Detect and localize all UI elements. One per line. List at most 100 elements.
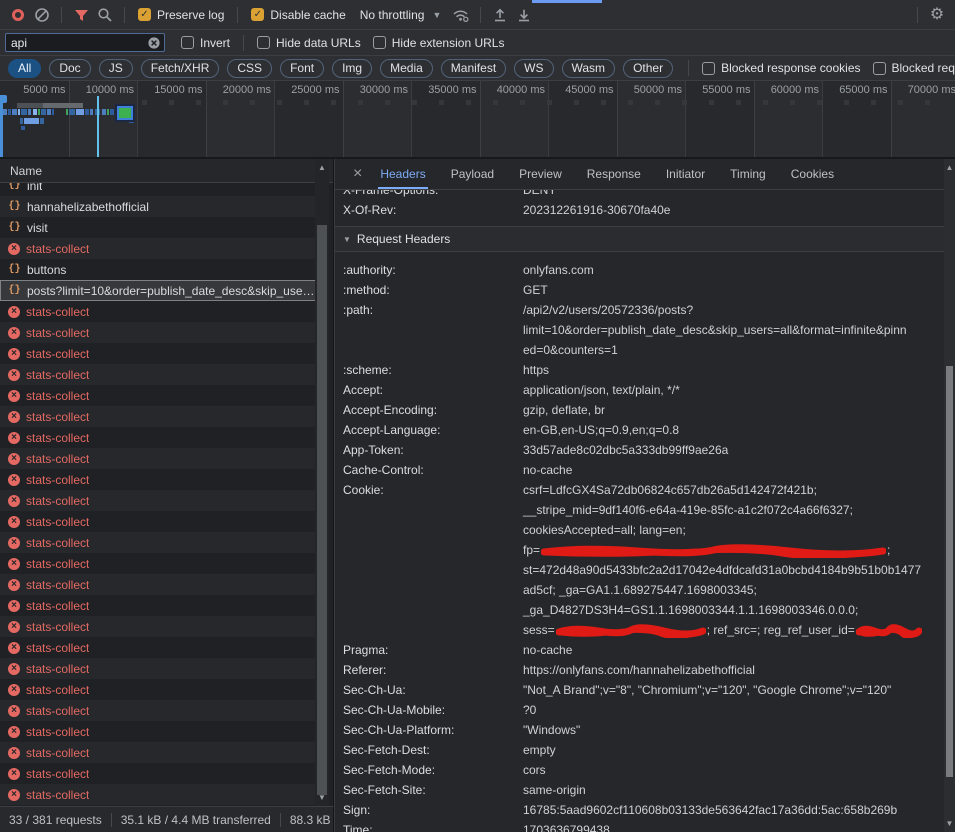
status-bar: 33 / 381 requests 35.1 kB / 4.4 MB trans… [0, 806, 334, 832]
request-row[interactable]: ×stats-collect [0, 637, 316, 658]
scroll-down-icon[interactable]: ▼ [315, 793, 329, 803]
request-row[interactable]: {}hannahelizabethofficial [0, 196, 316, 217]
overview-faint-mark [385, 100, 390, 105]
filter-pill-manifest[interactable]: Manifest [441, 59, 506, 78]
selected-request-marker [117, 106, 133, 120]
hide-extension-urls-checkbox[interactable]: Hide extension URLs [373, 36, 505, 50]
clear-button[interactable] [30, 3, 54, 27]
request-row[interactable]: ×stats-collect [0, 595, 316, 616]
scrollbar-thumb[interactable] [317, 225, 327, 795]
overview-window-grip-handle[interactable] [0, 95, 7, 103]
throttling-select[interactable]: No throttling ▼ [360, 8, 442, 22]
request-headers-section-toggle[interactable]: ▼ Request Headers [335, 226, 944, 252]
filter-pill-media[interactable]: Media [380, 59, 433, 78]
scroll-up-icon[interactable]: ▲ [315, 163, 329, 173]
tab-initiator[interactable]: Initiator [664, 159, 707, 189]
header-value: cors [523, 760, 546, 780]
filter-pill-doc[interactable]: Doc [49, 59, 90, 78]
header-value: 16785:5aad9602cf110608b03133de563642fac1… [523, 800, 897, 820]
request-row[interactable]: ×stats-collect [0, 427, 316, 448]
header-value: 1703636799438 [523, 820, 610, 832]
filter-pill-js[interactable]: JS [99, 59, 133, 78]
scroll-up-icon[interactable]: ▲ [944, 163, 955, 173]
filter-pill-fetch-xhr[interactable]: Fetch/XHR [141, 59, 220, 78]
preserve-log-label: Preserve log [157, 8, 224, 22]
request-name: stats-collect [26, 515, 89, 529]
export-har-button[interactable] [512, 3, 536, 27]
request-row[interactable]: {}visit [0, 217, 316, 238]
overview-timeline[interactable]: 5000 ms10000 ms15000 ms20000 ms25000 ms3… [0, 81, 955, 159]
filter-pill-font[interactable]: Font [280, 59, 324, 78]
request-row[interactable]: ×stats-collect [0, 238, 316, 259]
filter-pill-ws[interactable]: WS [514, 59, 553, 78]
request-row[interactable]: ×stats-collect [0, 385, 316, 406]
clear-filter-button[interactable] [147, 36, 161, 50]
settings-button[interactable]: ⚙ [925, 3, 949, 27]
request-row[interactable]: ×stats-collect [0, 343, 316, 364]
tab-response[interactable]: Response [585, 159, 643, 189]
request-row[interactable]: ×stats-collect [0, 301, 316, 322]
preserve-log-checkbox[interactable]: ✓ Preserve log [138, 8, 224, 22]
details-scrollbar[interactable]: ▲ ▼ [944, 159, 955, 832]
request-row[interactable]: ×stats-collect [0, 364, 316, 385]
close-details-button[interactable]: × [345, 159, 370, 189]
request-row[interactable]: ×stats-collect [0, 784, 316, 805]
request-row[interactable]: ×stats-collect [0, 553, 316, 574]
hide-data-urls-checkbox[interactable]: Hide data URLs [257, 36, 361, 50]
request-row[interactable]: ×stats-collect [0, 469, 316, 490]
clear-icon [34, 7, 50, 23]
filter-pill-wasm[interactable]: Wasm [562, 59, 616, 78]
detail-tabs: Headers Payload Preview Response Initiator Ti… [378, 159, 857, 189]
overview-tick-label: 65000 ms [839, 84, 887, 96]
name-column-header[interactable]: Name [0, 159, 333, 183]
request-row[interactable]: ×stats-collect [0, 322, 316, 343]
request-row[interactable]: ×stats-collect [0, 574, 316, 595]
header-value: https://onlyfans.com/hannahelizabethoffi… [523, 660, 755, 680]
request-row[interactable]: ×stats-collect [0, 532, 316, 553]
disable-cache-checkbox[interactable]: ✓ Disable cache [251, 8, 345, 22]
request-row[interactable]: ×stats-collect [0, 658, 316, 679]
blocked-response-cookies-checkbox[interactable]: Blocked response cookies [702, 61, 860, 75]
request-row[interactable]: ×stats-collect [0, 616, 316, 637]
request-list-scrollbar[interactable]: ▲ ▼ [315, 159, 329, 806]
record-button[interactable] [6, 3, 30, 27]
request-row[interactable]: ×stats-collect [0, 721, 316, 742]
request-row[interactable]: ×stats-collect [0, 763, 316, 784]
headers-list: :authority:onlyfans.com:method:GET:path:… [335, 252, 944, 832]
overview-window-grip[interactable] [0, 95, 3, 158]
network-conditions-button[interactable] [449, 3, 473, 27]
import-har-button[interactable] [488, 3, 512, 27]
request-row[interactable]: ×stats-collect [0, 742, 316, 763]
tab-headers[interactable]: Headers [378, 159, 427, 189]
request-name: stats-collect [26, 557, 89, 571]
toolbar-divider [917, 7, 918, 23]
tab-cookies[interactable]: Cookies [789, 159, 836, 189]
request-row[interactable]: {}buttons [0, 259, 316, 280]
search-button[interactable] [93, 3, 117, 27]
scroll-down-icon[interactable]: ▼ [944, 819, 955, 829]
invert-checkbox[interactable]: Invert [181, 36, 230, 50]
scrollbar-thumb[interactable] [946, 366, 953, 777]
overview-tick-label: 30000 ms [360, 84, 408, 96]
overview-faint-mark [331, 100, 336, 105]
request-row[interactable]: ×stats-collect [0, 700, 316, 721]
request-row[interactable]: {}init [0, 183, 316, 196]
filter-pill-img[interactable]: Img [332, 59, 372, 78]
request-row[interactable]: ×stats-collect [0, 448, 316, 469]
waterfall-bar [52, 109, 54, 115]
request-row[interactable]: ×stats-collect [0, 679, 316, 700]
filter-toggle-button[interactable] [69, 3, 93, 27]
request-row[interactable]: ×stats-collect [0, 490, 316, 511]
error-icon: × [8, 789, 20, 801]
tab-payload[interactable]: Payload [449, 159, 496, 189]
filter-pill-other[interactable]: Other [623, 59, 673, 78]
filter-input[interactable]: api [5, 33, 165, 52]
tab-preview[interactable]: Preview [517, 159, 564, 189]
request-row[interactable]: ×stats-collect [0, 511, 316, 532]
request-row[interactable]: ×stats-collect [0, 406, 316, 427]
blocked-requests-checkbox[interactable]: Blocked requests [873, 61, 955, 75]
tab-timing[interactable]: Timing [728, 159, 768, 189]
filter-pill-all[interactable]: All [8, 59, 41, 78]
request-row[interactable]: {}posts?limit=10&order=publish_date_desc… [0, 280, 316, 301]
filter-pill-css[interactable]: CSS [227, 59, 272, 78]
